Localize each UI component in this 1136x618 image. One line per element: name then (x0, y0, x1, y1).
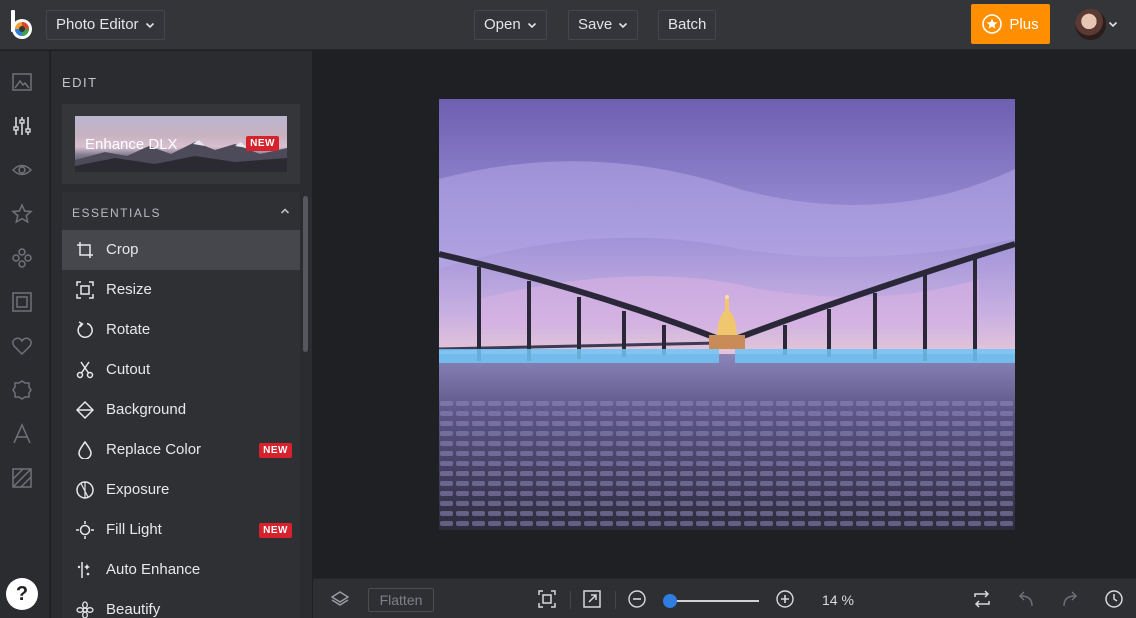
background-icon (76, 401, 94, 419)
tool-rotate[interactable]: Rotate (62, 310, 300, 350)
tool-fill-light[interactable]: Fill Light NEW (62, 510, 300, 550)
layers-icon[interactable] (330, 589, 350, 609)
tool-label: Cutout (106, 361, 151, 378)
essentials-section: ESSENTIALS Crop Resize Rotate Cutout Bac… (62, 192, 300, 618)
section-title: ESSENTIALS (72, 206, 162, 220)
tool-label: Resize (106, 281, 152, 298)
badge-icon[interactable] (11, 379, 33, 401)
adjustments-icon[interactable] (11, 115, 33, 137)
tool-label: Beautify (106, 601, 161, 618)
divider (615, 591, 616, 609)
light-icon (76, 521, 94, 539)
photo-editor-app: Photo Editor Open Save Batch Plus ? EDIT… (0, 0, 1136, 618)
zoom-slider-knob[interactable] (663, 594, 677, 608)
photo-editor-menu-label: Photo Editor (56, 16, 139, 33)
new-badge: NEW (259, 443, 292, 458)
batch-label: Batch (668, 16, 707, 33)
tool-exposure[interactable]: Exposure (62, 470, 300, 510)
text-icon[interactable] (11, 423, 33, 445)
new-badge: NEW (246, 136, 279, 151)
plus-label: Plus (1009, 15, 1039, 33)
tool-label: Background (106, 401, 187, 418)
star-badge-icon (982, 14, 1003, 34)
resize-icon (76, 281, 94, 299)
tool-replace-color[interactable]: Replace Color NEW (62, 430, 300, 470)
avatar[interactable] (1075, 9, 1106, 40)
heart-icon[interactable] (11, 335, 33, 357)
enhance-dlx-card[interactable]: Enhance DLX NEW (62, 104, 300, 184)
star-icon[interactable] (11, 203, 33, 225)
zoom-slider[interactable] (663, 594, 759, 608)
save-button[interactable]: Save (568, 10, 639, 40)
save-label: Save (578, 16, 613, 33)
redo-icon[interactable] (1060, 589, 1080, 609)
texture-icon[interactable] (11, 467, 33, 489)
exposure-icon (76, 481, 94, 499)
tool-cutout[interactable]: Cutout (62, 350, 300, 390)
panel-title: EDIT (62, 75, 98, 90)
tool-beautify[interactable]: Beautify (62, 590, 300, 618)
edit-panel: EDIT Enhance DLX NEW ESSENTIALS Crop Res… (51, 51, 312, 618)
expand-icon[interactable] (582, 589, 602, 609)
plus-upgrade-button[interactable]: Plus (971, 4, 1050, 44)
fit-screen-icon[interactable] (537, 589, 557, 609)
eye-icon[interactable] (11, 159, 33, 181)
chevron-down-icon (527, 22, 536, 29)
tool-background[interactable]: Background (62, 390, 300, 430)
batch-button[interactable]: Batch (658, 10, 717, 40)
tool-resize[interactable]: Resize (62, 270, 300, 310)
zoom-in-icon[interactable] (775, 589, 795, 609)
panel-scrollbar[interactable] (303, 196, 308, 352)
tool-auto-enhance[interactable]: Auto Enhance (62, 550, 300, 590)
tool-label: Rotate (106, 321, 151, 338)
essentials-header[interactable]: ESSENTIALS (62, 192, 300, 230)
enhance-dlx-label: Enhance DLX (85, 136, 178, 153)
tool-label: Crop (106, 241, 139, 258)
help-button[interactable]: ? (6, 578, 38, 610)
frame-icon[interactable] (11, 291, 33, 313)
zoom-out-icon[interactable] (627, 589, 647, 609)
swap-icon[interactable] (972, 589, 992, 609)
zoom-percentage: 14 % (822, 592, 854, 608)
rotate-icon (77, 321, 93, 338)
open-label: Open (484, 16, 521, 33)
history-icon[interactable] (1104, 589, 1124, 609)
enhance-dlx-thumbnail: Enhance DLX NEW (75, 116, 287, 172)
tool-category-rail (0, 51, 50, 618)
tool-label: Auto Enhance (106, 561, 201, 578)
bridge-photo[interactable] (439, 99, 1015, 530)
flower-icon (76, 601, 94, 618)
bottom-toolbar: Flatten 14 % (313, 578, 1136, 618)
chevron-down-icon (145, 22, 154, 29)
new-badge: NEW (259, 523, 292, 538)
tool-crop[interactable]: Crop (62, 230, 300, 270)
tool-label: Exposure (106, 481, 170, 498)
chevron-up-icon (280, 208, 290, 214)
tool-label: Fill Light (106, 521, 162, 538)
image-icon[interactable] (11, 71, 33, 93)
crop-icon (77, 242, 93, 258)
top-bar: Photo Editor Open Save Batch Plus (0, 0, 1136, 50)
open-button[interactable]: Open (474, 10, 547, 40)
drop-icon (78, 441, 92, 459)
undo-icon[interactable] (1016, 589, 1036, 609)
chevron-down-icon (619, 22, 628, 29)
sparkle-icon (77, 562, 90, 578)
tool-label: Replace Color (106, 441, 202, 458)
photo-editor-menu-button[interactable]: Photo Editor (46, 10, 165, 40)
chevron-down-icon[interactable] (1108, 19, 1118, 29)
effects-icon[interactable] (11, 247, 33, 269)
flatten-button[interactable]: Flatten (368, 588, 434, 612)
befunky-logo[interactable] (8, 8, 38, 42)
divider (570, 591, 571, 609)
scissors-icon (76, 361, 94, 379)
